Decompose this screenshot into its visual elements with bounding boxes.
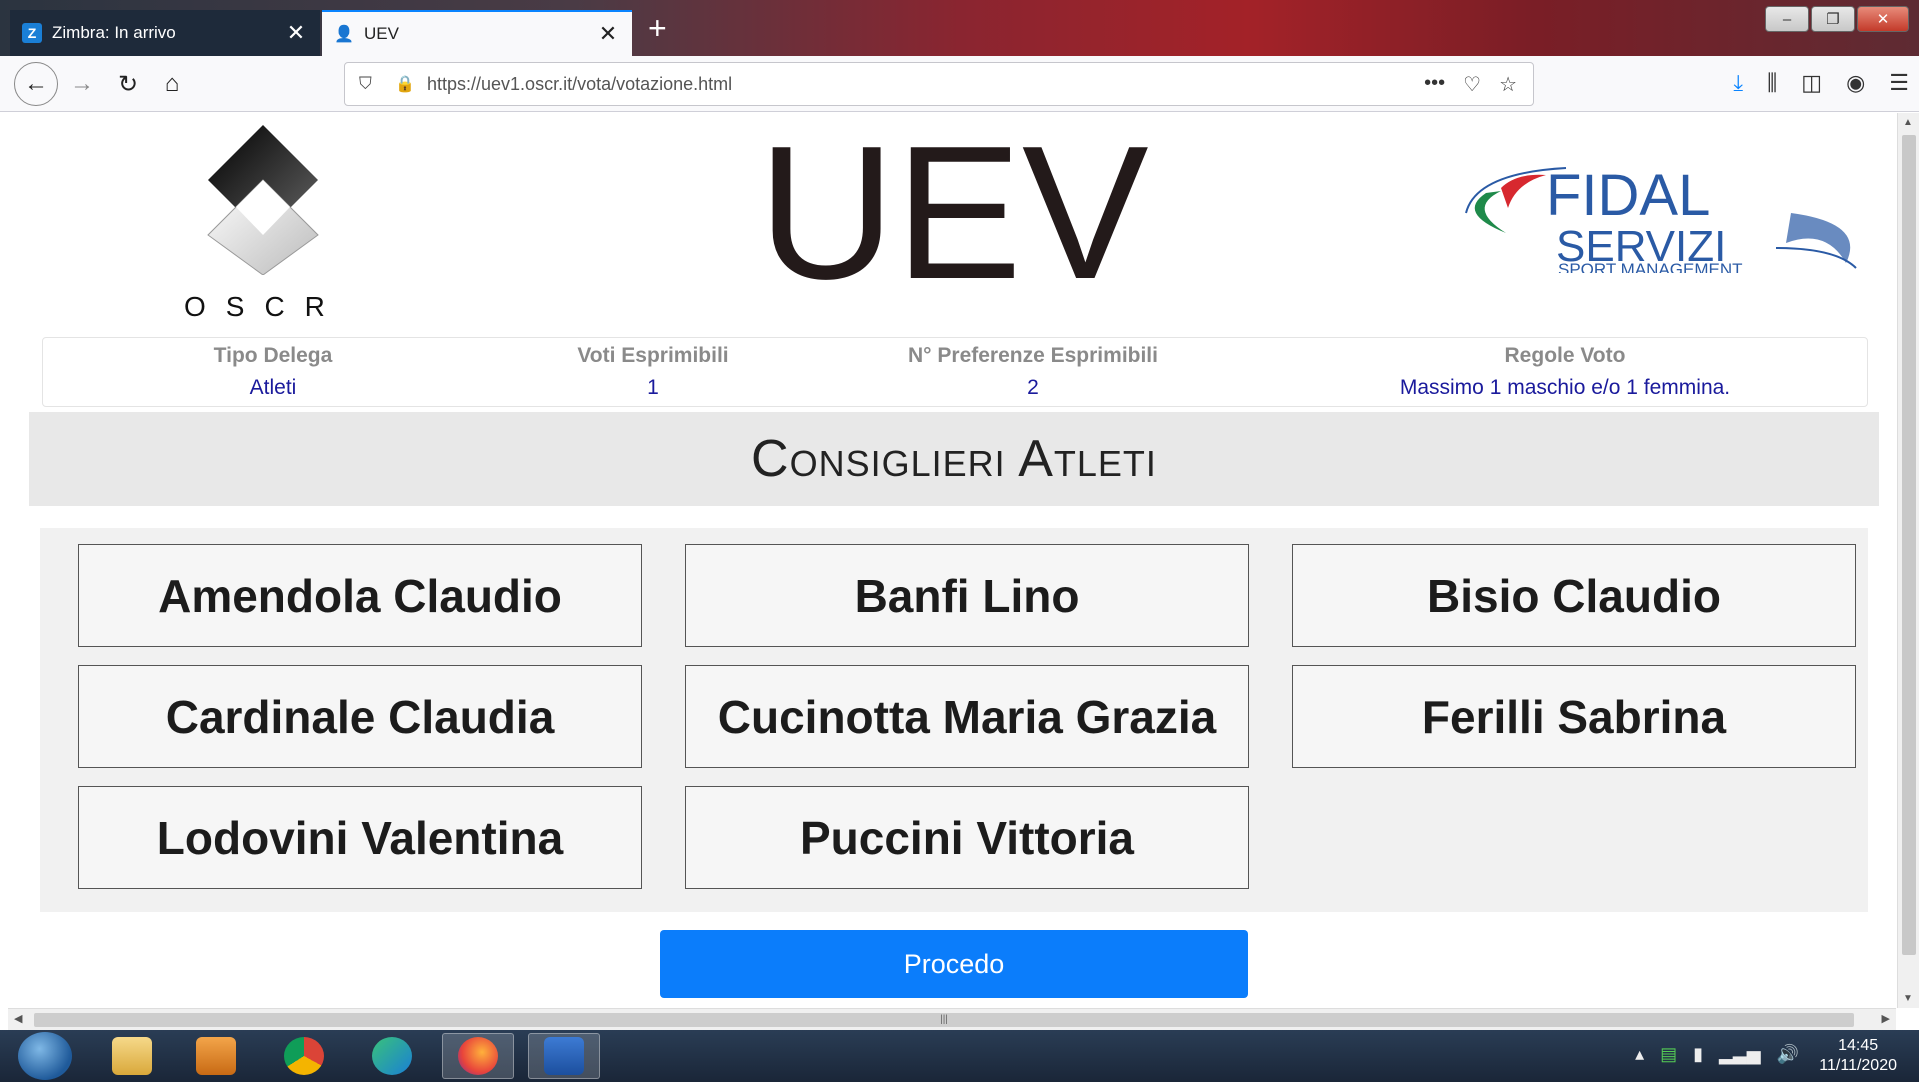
url-bar[interactable]: ⛉ 🔒 https://uev1.oscr.it/vota/votazione.… (344, 62, 1534, 106)
svg-text:SPORT MANAGEMENT: SPORT MANAGEMENT (1558, 260, 1743, 273)
vertical-scrollbar[interactable]: ▲ ▼ (1897, 113, 1919, 1008)
info-label: N° Preferenze Esprimibili (908, 344, 1158, 367)
toolbar-right: ⤓ ⫼ ◫ ◉ ☰ (1733, 70, 1909, 96)
download-icon[interactable]: ⤓ (1733, 70, 1743, 96)
close-tab-icon[interactable]: ✕ (596, 21, 620, 47)
page-content: OSCR UEV FIDAL SERVIZI SPORT MANAGEMENT … (8, 113, 1896, 1008)
forward-icon[interactable]: → (62, 64, 102, 104)
word-app[interactable] (528, 1033, 600, 1079)
volume-icon[interactable]: 🔊 (1777, 1044, 1799, 1065)
media-player-icon (196, 1037, 236, 1075)
info-voti-esprimibili: Voti Esprimibili 1 (503, 338, 803, 406)
info-label: Regole Voto (1504, 344, 1626, 367)
info-value: 2 (1027, 376, 1039, 399)
candidate-button[interactable]: Cardinale Claudia (78, 665, 642, 768)
candidate-button[interactable]: Lodovini Valentina (78, 786, 642, 889)
scroll-right-icon[interactable]: ▶ (1882, 1012, 1890, 1025)
windows-taskbar: ▴ ▤ ▮ ▂▃▅ 🔊 14:45 11/11/2020 (0, 1030, 1919, 1082)
clock-time: 14:45 (1838, 1037, 1879, 1054)
info-preferenze: N° Preferenze Esprimibili 2 (803, 338, 1263, 406)
navigation-bar: ← → ↻ ⌂ ⛉ 🔒 https://uev1.oscr.it/vota/vo… (0, 56, 1919, 112)
firefox-icon (458, 1037, 498, 1075)
zimbra-icon: Z (22, 23, 42, 43)
candidate-button[interactable]: Cucinotta Maria Grazia (685, 665, 1249, 768)
new-tab-button[interactable]: + (648, 12, 667, 44)
procedo-button[interactable]: Procedo (660, 930, 1248, 998)
library-icon[interactable]: ⫼ (1767, 70, 1777, 96)
restore-button[interactable]: ❐ (1811, 6, 1855, 32)
vote-info-panel: Tipo Delega Atleti Voti Esprimibili 1 N°… (42, 337, 1868, 407)
pocket-icon[interactable]: ♡ (1463, 72, 1481, 97)
network-signal-icon[interactable]: ▂▃▅ (1719, 1044, 1761, 1065)
candidate-button[interactable]: Banfi Lino (685, 544, 1249, 647)
window-controls: – ❐ ✕ (1765, 6, 1909, 32)
oscr-logo (207, 125, 319, 275)
minimize-button[interactable]: – (1765, 6, 1809, 32)
word-icon (544, 1037, 584, 1075)
lock-icon[interactable]: 🔒 (395, 74, 415, 94)
close-tab-icon[interactable]: ✕ (284, 20, 308, 46)
fidal-servizi-logo: FIDAL SERVIZI SPORT MANAGEMENT (1465, 163, 1857, 273)
explorer-app[interactable] (96, 1033, 168, 1079)
candidate-button[interactable]: Ferilli Sabrina (1292, 665, 1856, 768)
bookmark-star-icon[interactable]: ☆ (1499, 72, 1517, 97)
folder-icon (112, 1037, 152, 1075)
tab-uev[interactable]: 👤 UEV ✕ (322, 10, 632, 56)
power-icon[interactable]: ▮ (1693, 1044, 1703, 1065)
tab-title: UEV (364, 24, 399, 43)
info-label: Tipo Delega (213, 344, 333, 367)
chrome-app[interactable] (268, 1033, 340, 1079)
svg-text:FIDAL: FIDAL (1546, 163, 1710, 228)
tab-title: Zimbra: In arrivo (52, 23, 176, 42)
section-title: Consiglieri Atleti (29, 412, 1879, 506)
scrollbar-thumb[interactable]: ||| (34, 1013, 1854, 1027)
window-close-button[interactable]: ✕ (1857, 6, 1909, 32)
account-icon[interactable]: ◉ (1846, 70, 1865, 96)
scrollbar-thumb[interactable] (1902, 135, 1916, 955)
firefox-app[interactable] (442, 1033, 514, 1079)
info-value: Massimo 1 maschio e/o 1 femmina. (1399, 376, 1731, 399)
scroll-down-icon[interactable]: ▼ (1903, 993, 1913, 1004)
url-text[interactable]: https://uev1.oscr.it/vota/votazione.html (427, 74, 1424, 95)
taskbar-clock[interactable]: 14:45 11/11/2020 (1819, 1036, 1897, 1076)
user-vote-icon: 👤 (334, 26, 354, 43)
page-title: UEV (758, 107, 1149, 319)
scroll-left-icon[interactable]: ◀ (14, 1012, 22, 1025)
sidebar-icon[interactable]: ◫ (1801, 70, 1822, 96)
back-icon[interactable]: ← (14, 62, 58, 106)
tracking-shield-icon[interactable]: ⛉ (359, 74, 381, 94)
start-button[interactable] (18, 1032, 72, 1080)
info-value: 1 (647, 376, 659, 399)
info-regole-voto: Regole Voto Massimo 1 maschio e/o 1 femm… (1263, 338, 1867, 406)
info-value: Atleti (249, 376, 297, 399)
edge-app[interactable] (356, 1033, 428, 1079)
media-player-app[interactable] (180, 1033, 252, 1079)
candidate-button[interactable]: Puccini Vittoria (685, 786, 1249, 889)
menu-icon[interactable]: ☰ (1889, 70, 1909, 96)
clock-date: 11/11/2020 (1819, 1057, 1897, 1074)
info-label: Voti Esprimibili (577, 344, 729, 367)
browser-tab-bar: Z Zimbra: In arrivo ✕ 👤 UEV ✕ + – ❐ ✕ (0, 0, 1919, 56)
candidate-button[interactable]: Amendola Claudio (78, 544, 642, 647)
page-actions-icon[interactable]: ••• (1424, 72, 1445, 97)
home-icon[interactable]: ⌂ (152, 64, 192, 104)
horizontal-scrollbar[interactable]: ◀ ||| ▶ (8, 1008, 1896, 1030)
chrome-icon (284, 1037, 324, 1075)
edge-icon (372, 1037, 412, 1075)
oscr-logo-text: OSCR (184, 291, 345, 322)
system-tray: ▴ ▤ ▮ ▂▃▅ 🔊 (1635, 1044, 1799, 1065)
info-tipo-delega: Tipo Delega Atleti (43, 338, 503, 406)
tab-zimbra[interactable]: Z Zimbra: In arrivo ✕ (10, 10, 320, 56)
reload-icon[interactable]: ↻ (108, 64, 148, 104)
scroll-up-icon[interactable]: ▲ (1903, 117, 1913, 128)
app-tray-icon[interactable]: ▤ (1660, 1044, 1677, 1065)
candidate-button[interactable]: Bisio Claudio (1292, 544, 1856, 647)
candidate-grid: Amendola Claudio Banfi Lino Bisio Claudi… (40, 528, 1868, 912)
show-hidden-icons-icon[interactable]: ▴ (1635, 1044, 1644, 1065)
